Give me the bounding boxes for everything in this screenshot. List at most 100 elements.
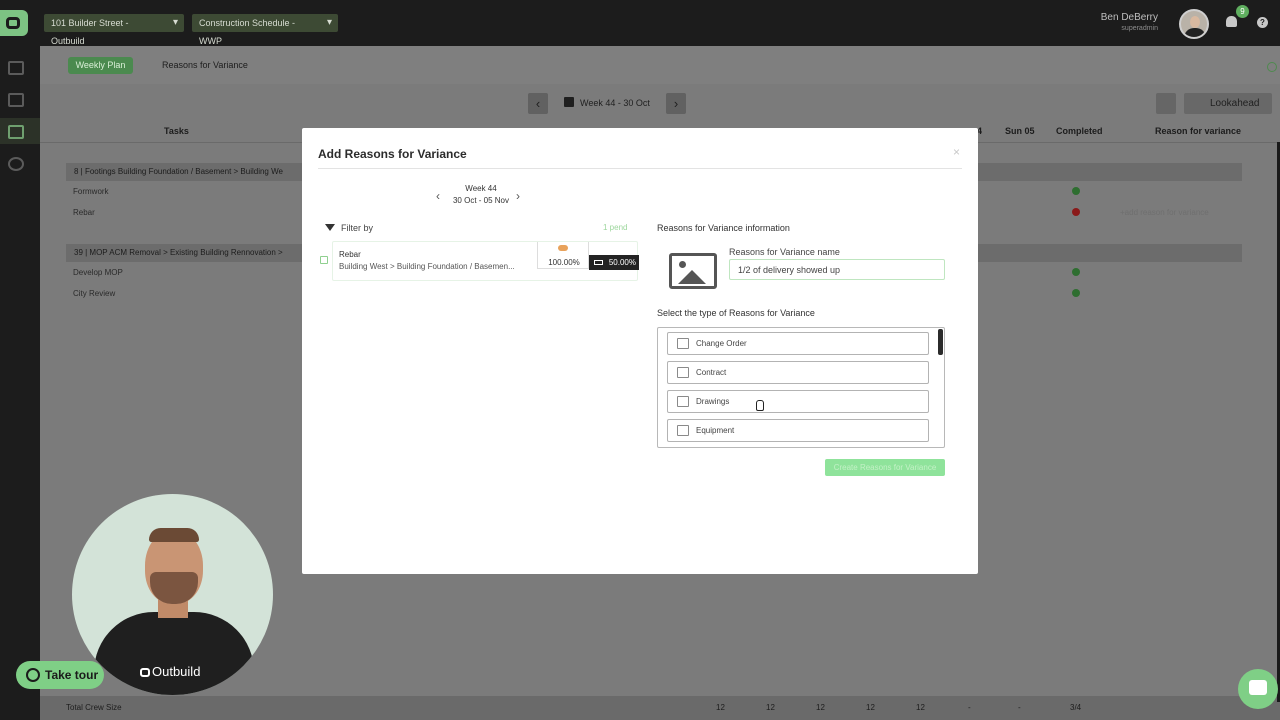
- image-placeholder-icon[interactable]: [669, 253, 717, 289]
- rfv-type-label-text: Change Order: [696, 339, 747, 348]
- battery-icon: [594, 260, 603, 265]
- rfv-type-list[interactable]: Change Order Contract Drawings Equipment: [657, 327, 945, 448]
- crew-size-value: -: [968, 703, 971, 712]
- modal-next-week-button[interactable]: ›: [516, 189, 520, 203]
- avatar[interactable]: [1179, 9, 1209, 39]
- sidebar-item-schedule-icon[interactable]: [8, 61, 24, 75]
- bell-icon[interactable]: [1226, 16, 1237, 27]
- add-rfv-modal: Add Reasons for Variance × ‹ Week 44 30 …: [302, 128, 978, 574]
- modal-week-title: Week 44: [465, 184, 497, 193]
- rfv-type-change-order[interactable]: Change Order: [667, 332, 929, 355]
- type-list-scrollbar[interactable]: [938, 329, 943, 355]
- presenter-shirt-logo: Outbuild: [140, 664, 200, 679]
- rfv-name-label: Reasons for Variance name: [729, 247, 840, 257]
- sidebar: [0, 46, 40, 720]
- project-select[interactable]: 101 Builder Street - Outbuild ▾: [44, 14, 184, 46]
- modal-week-range: 30 Oct - 05 Nov: [452, 196, 510, 205]
- presenter-hair: [149, 528, 199, 542]
- hand-cursor-icon: [756, 400, 764, 411]
- modal-prev-week-button[interactable]: ‹: [436, 189, 440, 203]
- task-card-rebar[interactable]: Rebar Building West > Building Foundatio…: [332, 241, 639, 281]
- lookahead-button[interactable]: Lookahead: [1184, 93, 1272, 114]
- tab-weekly-plan[interactable]: Weekly Plan: [68, 57, 133, 74]
- table-row-formwork[interactable]: Formwork: [73, 187, 109, 196]
- help-icon[interactable]: ?: [1257, 17, 1268, 28]
- crew-size-value: 12: [716, 703, 725, 712]
- sidebar-item-weekly-plan-icon[interactable]: [8, 125, 24, 139]
- lookahead-label: Lookahead: [1210, 98, 1260, 109]
- crew-size-value: 12: [916, 703, 925, 712]
- table-row-city-review[interactable]: City Review: [73, 289, 115, 298]
- chat-icon: [1249, 680, 1267, 695]
- presenter-shirt: [94, 612, 254, 695]
- table-row-develop-mop[interactable]: Develop MOP: [73, 268, 123, 277]
- add-rfv-link[interactable]: +add reason for variance: [1120, 208, 1209, 217]
- take-tour-button[interactable]: Take tour: [16, 661, 104, 689]
- filter-label[interactable]: Filter by: [341, 223, 373, 233]
- top-bar: 101 Builder Street - Outbuild ▾ Construc…: [0, 0, 1280, 46]
- status-incomplete-icon: [1072, 208, 1080, 216]
- crew-size-value: 3/4: [1070, 703, 1082, 712]
- rfv-type-drawings[interactable]: Drawings: [667, 390, 929, 413]
- col-header-rfv: Reason for variance: [1155, 126, 1242, 136]
- crew-size-value: 12: [766, 703, 775, 712]
- crew-size-bar: [40, 696, 1280, 720]
- change-order-icon: [677, 338, 689, 349]
- equipment-icon: [677, 425, 689, 436]
- rfv-type-label-text: Equipment: [696, 426, 735, 435]
- rfv-type-contract[interactable]: Contract: [667, 361, 929, 384]
- take-tour-label: Take tour: [45, 668, 99, 682]
- week-label: Week 44 - 30 Oct: [580, 98, 650, 108]
- planned-percent: 100.00%: [548, 258, 580, 267]
- crew-size-value: 12: [816, 703, 825, 712]
- prev-week-button[interactable]: ‹: [528, 93, 548, 114]
- document-icon[interactable]: [1156, 93, 1176, 114]
- chevron-down-icon: ▾: [172, 17, 178, 28]
- calendar-icon: [564, 97, 574, 107]
- modal-title: Add Reasons for Variance: [318, 147, 467, 161]
- next-week-button[interactable]: ›: [666, 93, 686, 114]
- drawings-icon: [677, 396, 689, 407]
- chat-button[interactable]: [1238, 669, 1278, 709]
- filter-icon[interactable]: [325, 224, 335, 231]
- col-header-sun: Sun 05: [1005, 126, 1035, 136]
- status-ok-icon: [1072, 268, 1080, 276]
- actual-percent: 50.00%: [608, 258, 636, 267]
- chevron-down-icon: ▾: [326, 17, 332, 28]
- create-rfv-button[interactable]: Create Reasons for Variance: [825, 459, 945, 476]
- rfv-name-input[interactable]: [729, 259, 945, 280]
- presenter-video: Outbuild: [72, 494, 273, 695]
- rfv-type-label: Select the type of Reasons for Variance: [657, 308, 815, 318]
- task-path: Building West > Building Foundation / Ba…: [339, 262, 515, 271]
- presenter-logo-text: Outbuild: [152, 664, 201, 679]
- notification-count-badge: 9: [1236, 5, 1249, 18]
- tabs-bar: Weekly Plan Reasons for Variance: [40, 46, 1280, 84]
- outbuild-logo-icon[interactable]: [0, 10, 28, 36]
- col-header-tasks: Tasks: [164, 126, 189, 136]
- project-select-label: 101 Builder Street - Outbuild: [51, 18, 129, 46]
- schedule-select-label: Construction Schedule - WWP: [199, 18, 296, 46]
- crew-size-value: -: [1018, 703, 1021, 712]
- user-role: superadmin: [1121, 25, 1158, 32]
- status-ok-icon: [1072, 289, 1080, 297]
- rfv-type-label-text: Drawings: [696, 397, 730, 406]
- sidebar-item-lookahead-icon[interactable]: [8, 93, 24, 107]
- task-checkbox[interactable]: [320, 256, 328, 264]
- info-icon[interactable]: [1267, 62, 1277, 72]
- check-circle-icon: [26, 668, 40, 682]
- status-ok-icon: [1072, 187, 1080, 195]
- col-header-completed: Completed: [1056, 126, 1103, 136]
- table-row-rebar[interactable]: Rebar: [73, 208, 95, 217]
- actual-percent-cell: 50.00%: [589, 255, 639, 270]
- crew-size-value: 12: [866, 703, 875, 712]
- close-icon[interactable]: ×: [953, 145, 960, 159]
- rfv-info-heading: Reasons for Variance information: [657, 223, 790, 233]
- schedule-select[interactable]: Construction Schedule - WWP ▾: [192, 14, 338, 46]
- sidebar-item-analytics-icon[interactable]: [8, 157, 24, 171]
- handshake-icon: [558, 245, 568, 251]
- task-name: Rebar: [339, 250, 361, 259]
- rfv-type-equipment[interactable]: Equipment: [667, 419, 929, 442]
- modal-divider: [318, 168, 962, 169]
- tab-reasons-for-variance[interactable]: Reasons for Variance: [162, 60, 248, 70]
- contract-icon: [677, 367, 689, 378]
